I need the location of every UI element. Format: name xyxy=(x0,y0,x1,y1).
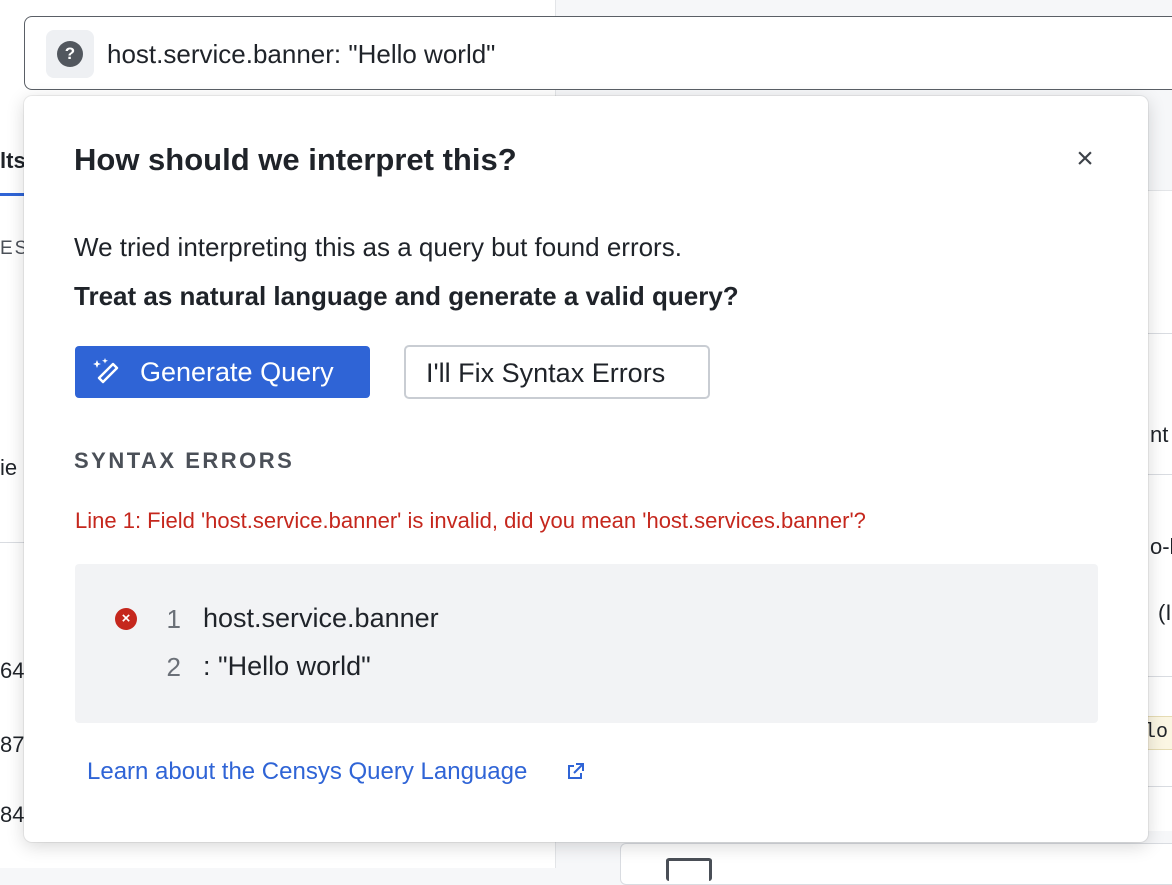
code-line: : "Hello world" xyxy=(203,651,371,681)
popover-question: Treat as natural language and generate a… xyxy=(74,281,739,311)
magic-wand-icon xyxy=(93,358,119,384)
generate-query-button[interactable]: Generate Query xyxy=(75,346,370,398)
popover-title: How should we interpret this? xyxy=(74,142,517,177)
divider xyxy=(0,542,26,543)
interpretation-popover: How should we interpret this? × We tried… xyxy=(24,96,1148,842)
external-link-icon[interactable] xyxy=(565,762,585,782)
generate-query-label: Generate Query xyxy=(140,357,334,387)
detail-value-fragment: o-l xyxy=(1150,534,1172,559)
fix-syntax-errors-label: I'll Fix Syntax Errors xyxy=(426,358,666,388)
row-value-fragment: 64 xyxy=(0,658,25,683)
tab-underline xyxy=(0,193,26,196)
popover-description: We tried interpreting this as a query bu… xyxy=(74,232,682,262)
close-icon[interactable]: × xyxy=(1068,144,1102,178)
line-number: 2 xyxy=(166,652,181,682)
error-x-icon: × xyxy=(115,608,137,630)
error-message: Line 1: Field 'host.service.banner' is i… xyxy=(75,508,866,533)
fix-syntax-errors-button[interactable]: I'll Fix Syntax Errors xyxy=(404,345,710,399)
learn-cql-link[interactable]: Learn about the Censys Query Language xyxy=(87,758,527,786)
results-tab[interactable]: lts xyxy=(0,148,26,174)
row-value-fragment: 87 xyxy=(0,732,25,757)
sidebar-label-fragment: ie xyxy=(0,455,18,480)
line-number: 1 xyxy=(166,604,181,634)
question-circle-icon: ? xyxy=(57,41,83,67)
detail-value-fragment: (I xyxy=(1158,600,1172,625)
query-help-button[interactable]: ? xyxy=(46,30,94,78)
code-line: host.service.banner xyxy=(203,603,439,633)
search-bar[interactable]: ? host.service.banner: "Hello world" xyxy=(24,16,1172,90)
query-code-block: × 1 host.service.banner 2 : "Hello world… xyxy=(75,564,1098,723)
monitor-icon xyxy=(666,858,712,881)
row-value-fragment: 84 xyxy=(0,802,25,827)
syntax-errors-heading: SYNTAX ERRORS xyxy=(74,448,295,473)
search-input[interactable]: host.service.banner: "Hello world" xyxy=(107,39,495,70)
detail-label-fragment: nt xyxy=(1150,422,1169,447)
